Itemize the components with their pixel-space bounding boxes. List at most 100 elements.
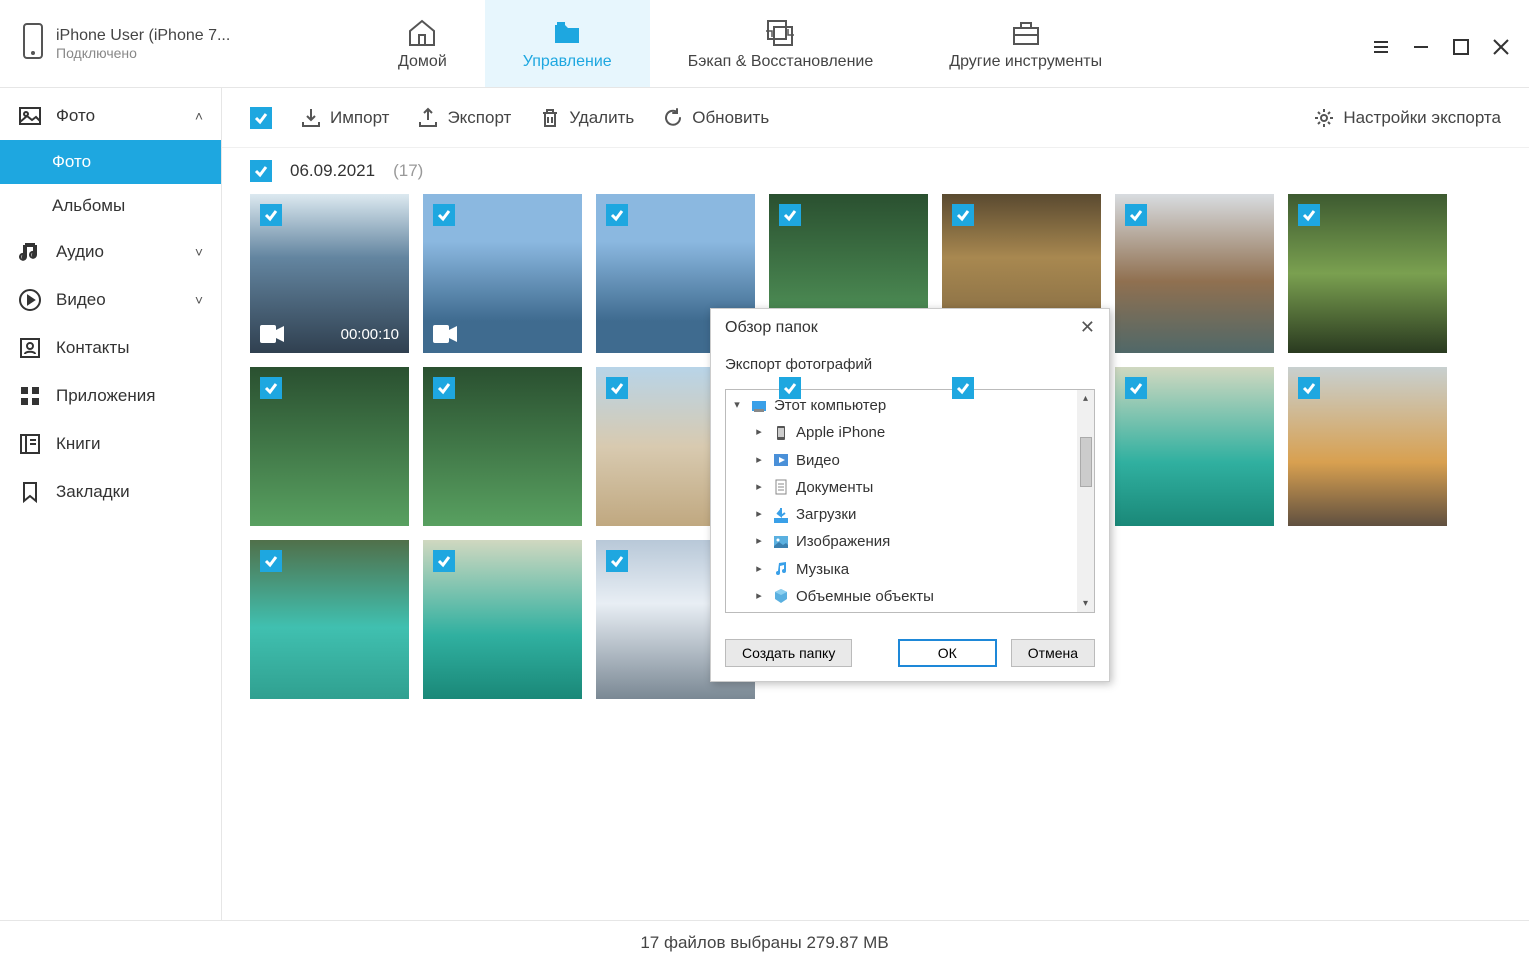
photo-thumbnail[interactable] <box>250 540 409 699</box>
thumb-checkbox[interactable] <box>260 377 282 399</box>
tree-item-label: Документы <box>796 476 873 499</box>
thumb-checkbox[interactable] <box>433 204 455 226</box>
folder-icon <box>772 478 790 496</box>
device-info: iPhone User (iPhone 7... Подключено <box>0 23 360 64</box>
thumb-checkbox[interactable] <box>1298 204 1320 226</box>
tree-expand-icon[interactable]: ▸ <box>752 533 766 550</box>
import-label: Импорт <box>330 108 389 128</box>
group-count: (17) <box>393 161 423 181</box>
window-controls <box>1371 31 1529 57</box>
sidebar-bookmarks[interactable]: Закладки <box>0 468 221 516</box>
tab-tools-label: Другие инструменты <box>949 53 1102 71</box>
photo-thumbnail[interactable] <box>1288 194 1447 353</box>
thumb-checkbox[interactable] <box>260 204 282 226</box>
folder-tree[interactable]: ▾ Этот компьютер ▸Apple iPhone▸Видео▸Док… <box>725 389 1095 613</box>
folder-icon <box>772 587 790 605</box>
group-checkbox[interactable] <box>250 160 272 182</box>
tree-expand-icon[interactable]: ▸ <box>752 506 766 523</box>
thumb-checkbox[interactable] <box>260 550 282 572</box>
delete-button[interactable]: Удалить <box>539 107 634 129</box>
photo-thumbnail[interactable] <box>423 540 582 699</box>
tree-item[interactable]: ▸Изображения <box>730 528 1077 555</box>
refresh-button[interactable]: Обновить <box>662 107 769 129</box>
tab-home[interactable]: Домой <box>360 0 485 87</box>
dialog-title: Обзор папок <box>725 319 818 337</box>
refresh-label: Обновить <box>692 108 769 128</box>
thumb-checkbox[interactable] <box>606 377 628 399</box>
tab-backup[interactable]: Бэкап & Восстановление <box>650 0 912 87</box>
thumb-checkbox[interactable] <box>606 204 628 226</box>
ok-button[interactable]: ОК <box>898 639 997 667</box>
tree-item[interactable]: ▸ Объемные объекты <box>730 583 1077 610</box>
tree-scrollbar[interactable]: ▴ ▾ <box>1077 390 1094 612</box>
sidebar-apps[interactable]: Приложения <box>0 372 221 420</box>
tree-item[interactable]: ▸Загрузки <box>730 501 1077 528</box>
photo-thumbnail[interactable] <box>423 194 582 353</box>
maximize-button[interactable] <box>1451 37 1471 57</box>
thumb-checkbox[interactable] <box>433 377 455 399</box>
photo-thumbnail[interactable] <box>1115 194 1274 353</box>
scroll-up-icon[interactable]: ▴ <box>1077 390 1094 407</box>
statusbar: 17 файлов выбраны 279.87 MB <box>0 920 1529 965</box>
minimize-button[interactable] <box>1411 37 1431 57</box>
dialog-close-button[interactable]: ✕ <box>1080 317 1095 338</box>
photo-thumbnail[interactable]: 00:00:10 <box>250 194 409 353</box>
tree-item-label: Объемные объекты <box>796 585 934 608</box>
menu-button[interactable] <box>1371 37 1391 57</box>
export-settings-button[interactable]: Настройки экспорта <box>1313 107 1501 129</box>
thumb-checkbox[interactable] <box>1298 377 1320 399</box>
export-button[interactable]: Экспорт <box>417 107 511 129</box>
photo-thumbnail[interactable] <box>250 367 409 526</box>
tab-tools[interactable]: Другие инструменты <box>911 0 1140 87</box>
tab-manage[interactable]: Управление <box>485 0 650 87</box>
photo-thumbnail[interactable] <box>1288 367 1447 526</box>
sidebar-video[interactable]: Видео ˅ <box>0 276 221 324</box>
tree-item[interactable]: ▾Рабочий стол <box>730 610 1077 613</box>
thumb-checkbox[interactable] <box>952 377 974 399</box>
scroll-down-icon[interactable]: ▾ <box>1077 595 1094 612</box>
sidebar-apps-label: Приложения <box>56 386 155 406</box>
folder-icon <box>772 560 790 578</box>
tree-expand-icon[interactable]: ▸ <box>752 479 766 496</box>
export-label: Экспорт <box>447 108 511 128</box>
tree-expand-icon[interactable]: ▸ <box>752 424 766 441</box>
sidebar-video-label: Видео <box>56 290 106 310</box>
thumb-checkbox[interactable] <box>952 204 974 226</box>
tree-expand-icon[interactable]: ▸ <box>752 561 766 578</box>
thumb-checkbox[interactable] <box>433 550 455 572</box>
tree-item[interactable]: ▸Видео <box>730 447 1077 474</box>
tree-expand-icon[interactable]: ▸ <box>752 452 766 469</box>
sidebar-books-label: Книги <box>56 434 100 454</box>
tree-expand-icon[interactable]: ▸ <box>752 588 766 605</box>
tree-item[interactable]: ▸Музыка <box>730 556 1077 583</box>
sidebar-photo-photos[interactable]: Фото <box>0 140 221 184</box>
photo-thumbnail[interactable] <box>423 367 582 526</box>
toolbar: Импорт Экспорт Удалить Обновить Настройк… <box>222 88 1529 148</box>
folder-icon <box>772 506 790 524</box>
tree-item-label: Apple iPhone <box>796 421 885 444</box>
tree-expand-icon[interactable]: ▾ <box>730 397 744 414</box>
device-name: iPhone User (iPhone 7... <box>56 27 230 45</box>
cancel-button[interactable]: Отмена <box>1011 639 1095 667</box>
main-tabs: Домой Управление Бэкап & Восстановление … <box>360 0 1140 87</box>
scroll-thumb[interactable] <box>1080 437 1092 487</box>
thumb-checkbox[interactable] <box>779 204 801 226</box>
sidebar-photo-albums[interactable]: Альбомы <box>0 184 221 228</box>
photo-thumbnail[interactable] <box>1115 367 1274 526</box>
thumb-checkbox[interactable] <box>1125 377 1147 399</box>
thumb-checkbox[interactable] <box>606 550 628 572</box>
new-folder-button[interactable]: Создать папку <box>725 639 852 667</box>
dialog-subtitle: Экспорт фотографий <box>711 346 1109 389</box>
sidebar-books[interactable]: Книги <box>0 420 221 468</box>
tree-item[interactable]: ▸ Apple iPhone <box>730 419 1077 446</box>
thumb-checkbox[interactable] <box>1125 204 1147 226</box>
thumb-checkbox[interactable] <box>779 377 801 399</box>
sidebar-photo[interactable]: Фото ˄ <box>0 92 221 140</box>
import-button[interactable]: Импорт <box>300 107 389 129</box>
select-all-checkbox[interactable] <box>250 107 272 129</box>
sidebar-contacts[interactable]: Контакты <box>0 324 221 372</box>
delete-label: Удалить <box>569 108 634 128</box>
close-button[interactable] <box>1491 37 1511 57</box>
sidebar-audio[interactable]: Аудио ˅ <box>0 228 221 276</box>
tree-item[interactable]: ▸ Документы <box>730 474 1077 501</box>
